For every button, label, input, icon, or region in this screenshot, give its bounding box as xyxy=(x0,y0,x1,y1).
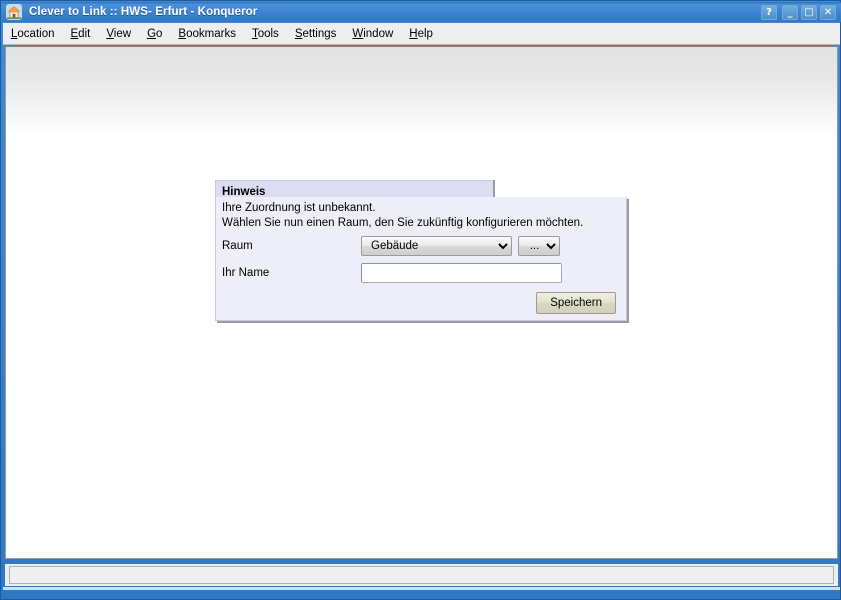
help-button[interactable]: ? xyxy=(761,4,777,20)
maximize-button[interactable]: □ xyxy=(801,4,817,20)
browser-viewport: Hinweis Ihre Zuordnung ist unbekannt. Wä… xyxy=(5,46,838,559)
menu-accel: W xyxy=(352,27,364,40)
menu-accel: H xyxy=(409,27,418,40)
raum-label: Raum xyxy=(222,240,253,252)
home-icon xyxy=(6,4,22,20)
konqueror-window: Clever to Link :: HWS- Erfurt - Konquero… xyxy=(0,0,841,600)
close-button[interactable]: ✕ xyxy=(820,4,836,20)
message-line-1: Ihre Zuordnung ist unbekannt. xyxy=(222,202,376,214)
form-row-ihr-name: Ihr Name xyxy=(216,261,626,285)
menu-accel: B xyxy=(178,27,187,40)
menu-bar: Location Edit View Go Bookmarks Tools Se… xyxy=(3,23,840,45)
window-title: Clever to Link :: HWS- Erfurt - Konquero… xyxy=(29,6,258,18)
hinweis-dialog-header: Hinweis xyxy=(215,180,493,198)
hinweis-dialog-title: Hinweis xyxy=(222,186,266,198)
menu-item-go[interactable]: Go xyxy=(139,26,170,42)
status-bar xyxy=(9,566,834,584)
your-name-input[interactable] xyxy=(361,263,562,283)
ihr-name-label: Ihr Name xyxy=(222,267,270,279)
menu-item-help[interactable]: Help xyxy=(401,26,441,42)
title-bar: Clever to Link :: HWS- Erfurt - Konquero… xyxy=(2,2,841,22)
dialog-button-row: Speichern xyxy=(216,291,626,315)
menu-label: ettings xyxy=(302,27,337,40)
menu-item-view[interactable]: View xyxy=(98,26,139,42)
menu-accel: G xyxy=(147,27,157,40)
menu-label: elp xyxy=(417,27,433,40)
menu-label: iew xyxy=(113,27,132,40)
menu-item-location[interactable]: Location xyxy=(3,26,63,42)
menu-label: ools xyxy=(257,27,279,40)
menu-label: dit xyxy=(78,27,91,40)
window-bottom-edge xyxy=(3,587,840,590)
minimize-button[interactable]: _ xyxy=(782,4,798,20)
save-button[interactable]: Speichern xyxy=(536,292,616,314)
menu-item-tools[interactable]: Tools xyxy=(244,26,287,42)
hinweis-dialog-body: Ihre Zuordnung ist unbekannt. Wählen Sie… xyxy=(215,197,627,321)
menu-label: indow xyxy=(363,27,394,40)
menu-label: ocation xyxy=(17,27,55,40)
menu-label: o xyxy=(156,27,163,40)
page-header-gradient xyxy=(6,47,837,137)
form-row-raum: Raum Gebäude ... xyxy=(216,234,626,258)
menu-item-edit[interactable]: Edit xyxy=(63,26,99,42)
menu-label: ookmarks xyxy=(186,27,236,40)
status-bar-area xyxy=(5,564,838,586)
hinweis-dialog: Hinweis Ihre Zuordnung ist unbekannt. Wä… xyxy=(215,180,627,321)
menu-accel: V xyxy=(106,27,114,40)
menu-item-bookmarks[interactable]: Bookmarks xyxy=(170,26,244,42)
room-select[interactable]: Gebäude xyxy=(361,236,512,256)
message-line-2: Wählen Sie nun einen Raum, den Sie zukün… xyxy=(222,217,584,229)
menu-item-window[interactable]: Window xyxy=(344,26,401,42)
room-detail-select[interactable]: ... xyxy=(518,236,560,256)
menu-item-settings[interactable]: Settings xyxy=(287,26,345,42)
